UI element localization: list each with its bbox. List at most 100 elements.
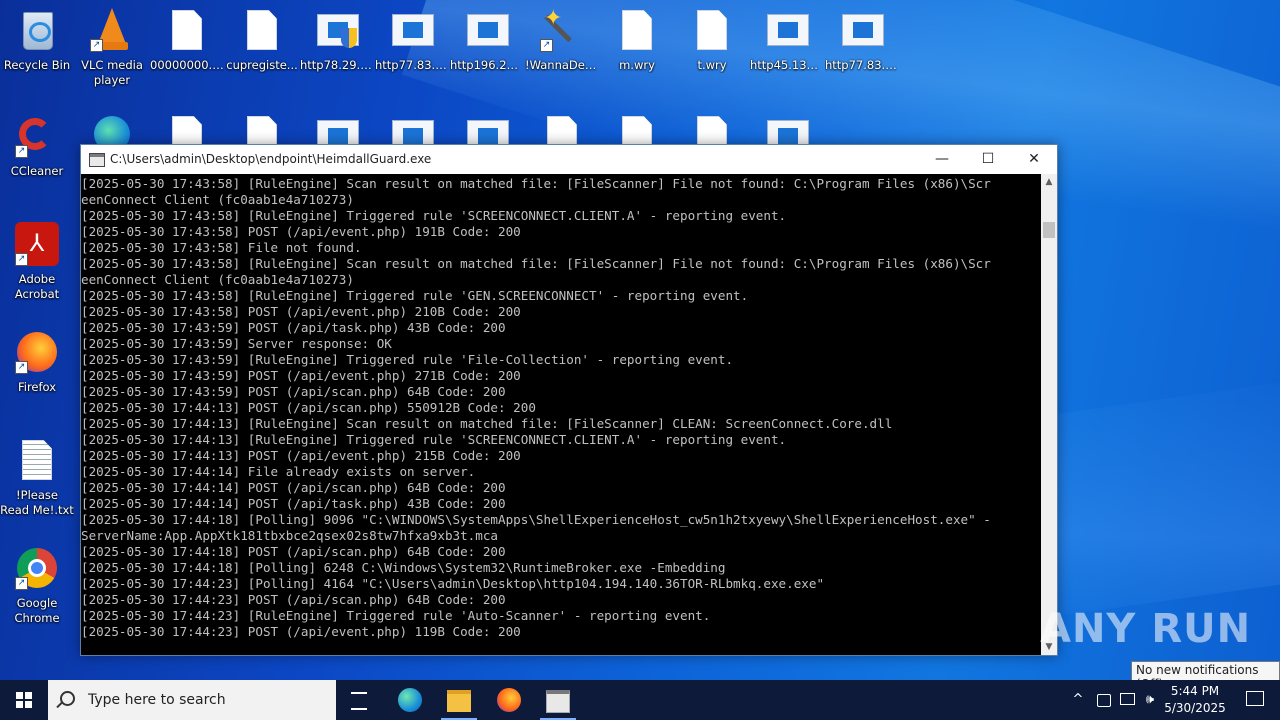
console-taskbar-button[interactable] [534, 680, 582, 720]
desktop-icon-label: CCleaner [10, 164, 64, 178]
start-button[interactable] [0, 680, 48, 720]
exe-window-icon [765, 8, 809, 52]
exe-window-icon [390, 8, 434, 52]
console-line: [2025-05-30 17:43:59] POST (/api/task.ph… [81, 320, 506, 335]
maximize-button[interactable]: ☐ [965, 145, 1011, 174]
console-line: ServerName:App.AppXtk181tbxbce2qsex02s8t… [81, 528, 499, 543]
desktop-icon[interactable]: t.wry [675, 8, 749, 73]
console-line: [2025-05-30 17:43:58] [RuleEngine] Scan … [81, 176, 991, 191]
file-explorer-icon [447, 690, 471, 712]
desktop-icon-label: http77.83.2... [375, 58, 449, 72]
console-output[interactable]: [2025-05-30 17:43:58] [RuleEngine] Scan … [81, 174, 1041, 657]
clock-time: 5:44 PM [1170, 684, 1220, 698]
file-icon [690, 8, 734, 52]
console-window[interactable]: C:\Users\admin\Desktop\endpoint\Heimdall… [80, 144, 1058, 656]
file-explorer-taskbar-button[interactable] [435, 680, 483, 720]
meet-now-icon [1097, 694, 1111, 707]
desktop-icon[interactable]: http77.83.2... [825, 8, 899, 73]
search-placeholder: Type here to search [88, 692, 226, 708]
minimize-button[interactable]: — [919, 145, 965, 174]
desktop-icon-label: !Please Read Me!.txt [0, 488, 74, 517]
exe-window-icon [465, 8, 509, 52]
shortcut-arrow-icon: ↗ [15, 145, 28, 158]
desktop-icon-label: Google Chrome [14, 596, 60, 625]
scroll-up-arrow-icon[interactable]: ▲ [1041, 174, 1057, 190]
task-view-icon [351, 692, 367, 710]
console-line: [2025-05-30 17:44:13] POST (/api/scan.ph… [81, 400, 536, 415]
shortcut-arrow-icon: ↗ [15, 361, 28, 374]
recycle-bin-icon [15, 8, 59, 52]
desktop-icon[interactable]: ↗ Google Chrome [0, 546, 74, 626]
desktop-icon[interactable]: ⅄ ↗ Adobe Acrobat [0, 222, 74, 302]
taskbar-search[interactable]: Type here to search [48, 680, 336, 720]
desktop-icon[interactable]: Recycle Bin [0, 8, 74, 73]
desktop-icon-label: VLC media player [81, 58, 143, 87]
watermark-text: ANY RUN [1040, 606, 1252, 652]
desktop-icon[interactable]: cupregiste... [225, 8, 299, 73]
wand-icon: ✦ ↗ [540, 8, 584, 52]
console-line: [2025-05-30 17:44:23] POST (/api/event.p… [81, 624, 521, 639]
console-line: [2025-05-30 17:44:18] [Polling] 9096 "C:… [81, 512, 991, 527]
desktop-icon-label: 00000000.res [150, 58, 224, 72]
scrollbar-thumb[interactable] [1043, 222, 1055, 238]
desktop-icon-label: Recycle Bin [3, 58, 71, 72]
windows-logo-icon [16, 692, 32, 708]
shortcut-arrow-icon: ↗ [15, 253, 28, 266]
file-icon [165, 8, 209, 52]
console-line: [2025-05-30 17:44:13] [RuleEngine] Trigg… [81, 432, 787, 447]
exe-window-icon [840, 8, 884, 52]
desktop-icon[interactable]: ↗ CCleaner [0, 114, 74, 179]
console-line: [2025-05-30 17:43:58] [RuleEngine] Trigg… [81, 288, 749, 303]
console-app-icon [89, 153, 105, 167]
volume-icon[interactable]: 🕪 [1141, 680, 1159, 720]
desktop-icon[interactable]: http77.83.2... [375, 8, 449, 73]
close-button[interactable]: ✕ [1011, 145, 1057, 174]
edge-taskbar-button[interactable] [386, 680, 434, 720]
vlc-icon: ↗ [90, 8, 134, 52]
desktop-icon[interactable]: http196.251... [450, 8, 524, 73]
clock-date: 5/30/2025 [1164, 701, 1226, 715]
desktop-icon[interactable]: !Please Read Me!.txt [0, 438, 74, 518]
console-line: [2025-05-30 17:43:59] [RuleEngine] Trigg… [81, 352, 734, 367]
desktop-icon-label: t.wry [697, 58, 727, 72]
file-icon [240, 8, 284, 52]
taskbar: Type here to search ^ 🕪 5:44 PM 5/30/202… [0, 680, 1280, 720]
console-line: [2025-05-30 17:44:23] POST (/api/scan.ph… [81, 592, 506, 607]
console-icon [546, 690, 570, 713]
desktop-icon-label: http77.83.2... [825, 58, 899, 72]
search-icon [60, 691, 75, 706]
vertical-scrollbar[interactable]: ▲ ▼ [1041, 174, 1057, 655]
tray-app-icon[interactable] [1094, 680, 1112, 720]
system-clock[interactable]: 5:44 PM 5/30/2025 [1162, 683, 1228, 717]
task-view-button[interactable] [336, 680, 384, 720]
window-title: C:\Users\admin\Desktop\endpoint\Heimdall… [110, 152, 432, 166]
desktop-icon-label: cupregiste... [226, 58, 298, 72]
tray-overflow-chevron-icon[interactable]: ^ [1068, 680, 1088, 720]
desktop-icon-label: m.wry [619, 58, 655, 72]
console-line: [2025-05-30 17:43:58] [RuleEngine] Scan … [81, 256, 991, 271]
console-line: [2025-05-30 17:43:58] POST (/api/event.p… [81, 304, 521, 319]
console-line: [2025-05-30 17:44:13] [RuleEngine] Scan … [81, 416, 893, 431]
desktop-icon-label: Adobe Acrobat [14, 272, 60, 301]
window-titlebar[interactable]: C:\Users\admin\Desktop\endpoint\Heimdall… [81, 145, 1057, 174]
desktop-icon[interactable]: http45.136.... [750, 8, 824, 73]
firefox-taskbar-button[interactable] [485, 680, 533, 720]
desktop-icon[interactable]: ↗ Firefox [0, 330, 74, 395]
shortcut-arrow-icon: ↗ [540, 39, 553, 52]
desktop-icon[interactable]: ↗ VLC media player [75, 8, 149, 88]
desktop-icon-label: http196.251... [450, 58, 524, 72]
chrome-icon: ↗ [15, 546, 59, 590]
console-line: [2025-05-30 17:43:59] POST (/api/scan.ph… [81, 384, 506, 399]
desktop-icon[interactable]: http78.29.4... [300, 8, 374, 73]
desktop-icon-label: http45.136.... [750, 58, 824, 72]
console-line: [2025-05-30 17:44:23] [Polling] 4164 "C:… [81, 576, 825, 591]
firefox-icon [497, 688, 521, 712]
console-line: [2025-05-30 17:43:58] POST (/api/event.p… [81, 224, 521, 239]
network-icon[interactable] [1118, 680, 1136, 720]
console-line: [2025-05-30 17:43:59] POST (/api/event.p… [81, 368, 521, 383]
desktop-icon[interactable]: ✦ ↗ !WannaDec... [525, 8, 599, 73]
desktop-icon[interactable]: 00000000.res [150, 8, 224, 73]
shortcut-arrow-icon: ↗ [90, 39, 103, 52]
action-center-button[interactable] [1230, 680, 1280, 720]
desktop-icon[interactable]: m.wry [600, 8, 674, 73]
